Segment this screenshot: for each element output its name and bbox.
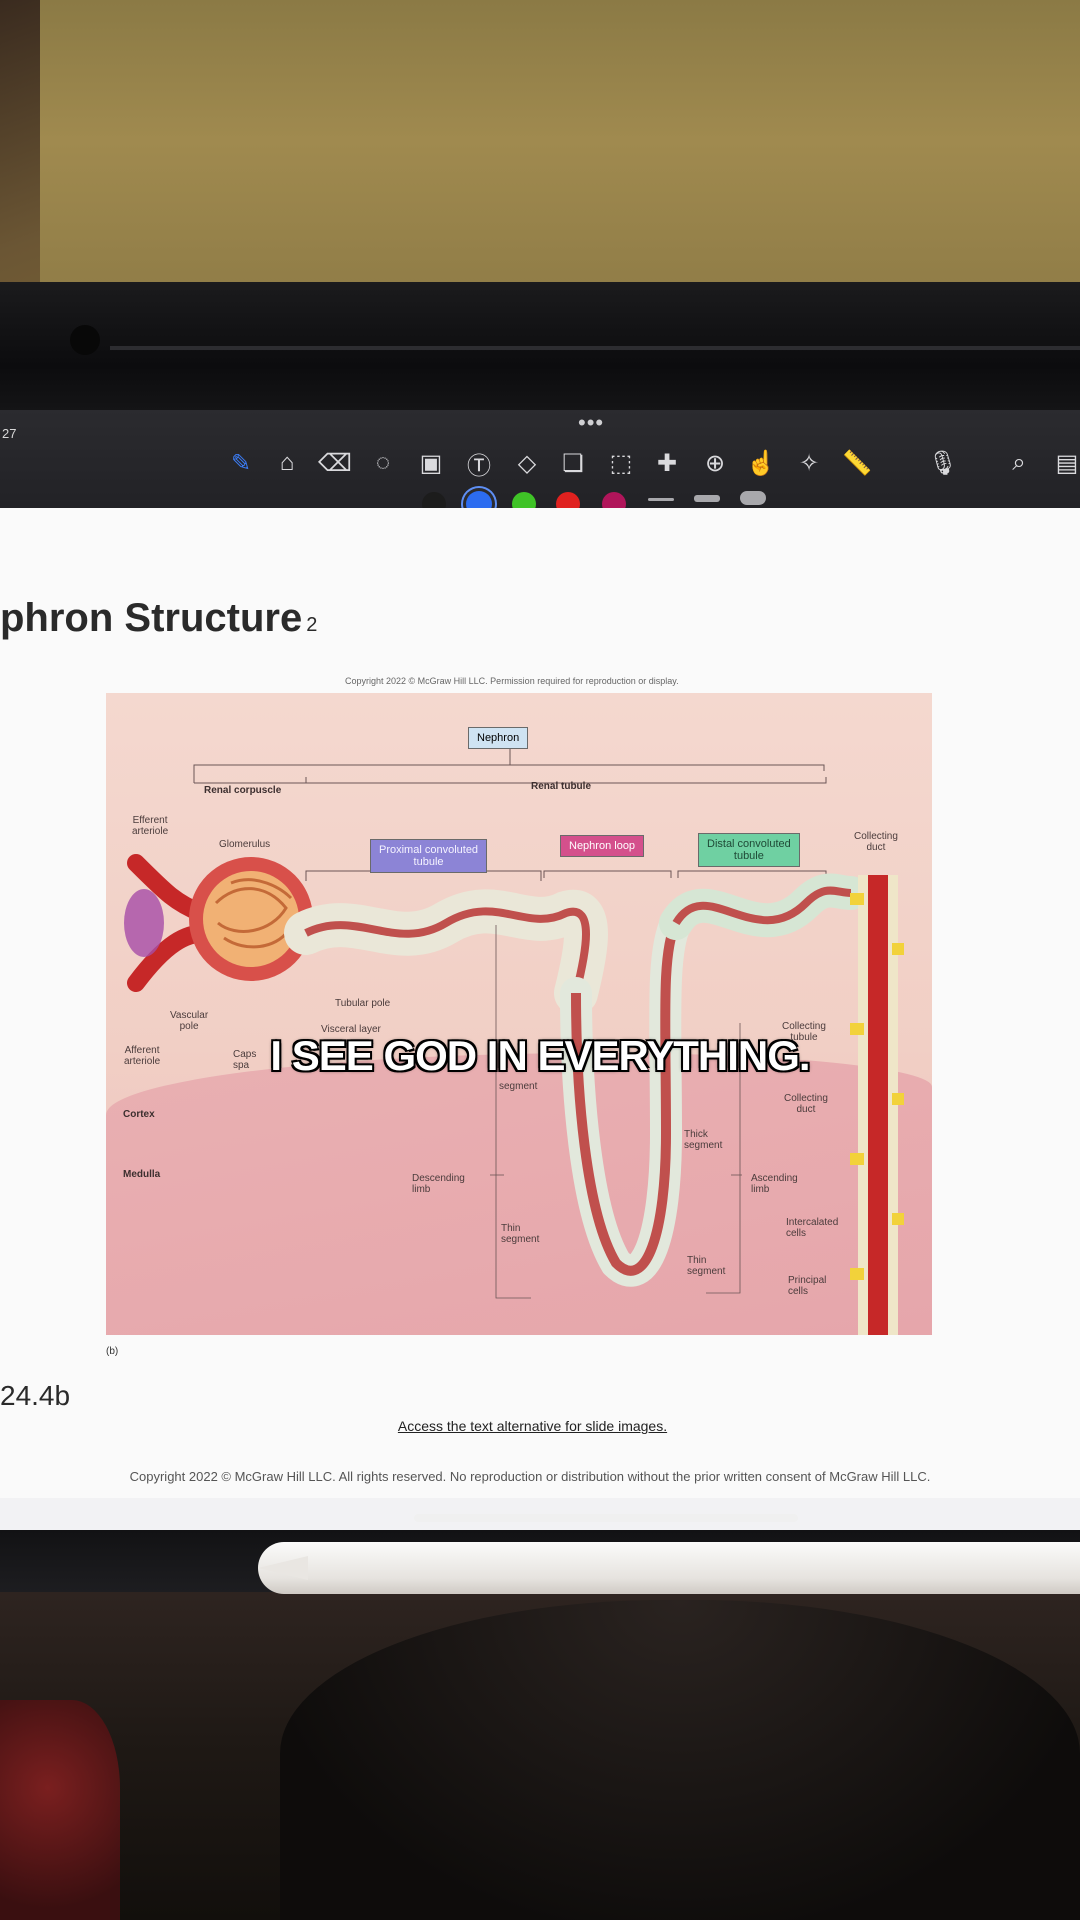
stroke-medium[interactable] — [694, 495, 720, 502]
shape-icon[interactable]: ◇ — [510, 446, 544, 480]
eraser-icon[interactable]: ⌫ — [318, 446, 352, 480]
slide-title-number: 2 — [306, 614, 318, 636]
label-renal-tubule: Renal tubule — [531, 781, 592, 792]
text-icon[interactable]: Ⓣ — [462, 446, 496, 480]
stroke-thin[interactable] — [648, 498, 674, 501]
label-ascending-limb: Ascending limb — [751, 1173, 798, 1195]
label-segment: segment — [499, 1081, 538, 1092]
label-principal-cells: Principal cells — [788, 1275, 827, 1297]
label-thin-segment-left: Thin segment — [501, 1223, 540, 1245]
hand-icon[interactable]: ☝ — [744, 446, 778, 480]
more-options-icon[interactable]: ••• — [578, 410, 604, 436]
background-monitor — [40, 0, 1080, 312]
tape-icon[interactable]: ✚ — [650, 446, 684, 480]
search-icon[interactable]: ⌕ — [1002, 446, 1036, 480]
label-thick-segment: Thick segment — [684, 1129, 723, 1151]
status-time: 27 — [2, 426, 17, 441]
figure-copyright: Copyright 2022 © McGraw Hill LLC. Permis… — [345, 676, 679, 686]
label-distal-convoluted-tubule: Distal convoluted tubule — [698, 833, 800, 868]
label-glomerulus: Glomerulus — [219, 839, 271, 850]
label-nephron: Nephron — [468, 727, 529, 750]
figure-number: 24.4b — [0, 1380, 71, 1411]
label-vascular-pole: Vascular pole — [170, 1010, 209, 1032]
home-indicator[interactable] — [414, 1514, 798, 1522]
zoom-window-icon[interactable]: ⊕ — [698, 446, 732, 480]
lasso-icon[interactable]: ◌ — [366, 446, 400, 480]
laser-pointer-icon[interactable]: ✧ — [792, 446, 826, 480]
label-descending-limb: Descending limb — [412, 1173, 465, 1195]
figure-tag: (b) — [106, 1346, 119, 1357]
page-icon[interactable]: ▤ — [1050, 446, 1080, 480]
highlighter-icon[interactable]: ⌂ — [270, 446, 304, 480]
tablet-bezel — [0, 282, 1080, 422]
label-tubular-pole: Tubular pole — [335, 998, 391, 1009]
pen-icon[interactable]: ✎ — [224, 446, 258, 480]
label-collecting-duct-mid: Collecting duct — [784, 1093, 828, 1115]
background-dark-clothing — [280, 1600, 1080, 1920]
bezel-edge — [110, 346, 1080, 350]
label-proximal-convoluted-tubule: Proximal convoluted tubule — [370, 839, 488, 874]
label-thin-segment-right: Thin segment — [687, 1255, 726, 1277]
label-collecting-duct-top: Collecting duct — [854, 831, 898, 853]
text-alternative-link[interactable]: Access the text alternative for slide im… — [0, 1418, 1065, 1434]
label-intercalated-cells: Intercalated cells — [786, 1217, 839, 1239]
slide-title-text: phron Structure — [0, 596, 303, 640]
label-medulla: Medulla — [123, 1169, 161, 1180]
nephron-figure: Nephron Renal corpuscle Renal tubule Eff… — [106, 693, 932, 1335]
stylus-pencil — [258, 1542, 1080, 1594]
camera-dot — [70, 325, 100, 355]
label-nephron-loop: Nephron loop — [560, 835, 645, 858]
label-cortex: Cortex — [123, 1109, 155, 1120]
sticker-icon[interactable]: ❏ — [556, 446, 590, 480]
slide-copyright: Copyright 2022 © McGraw Hill LLC. All ri… — [129, 1469, 931, 1484]
selection-icon[interactable]: ⬚ — [604, 446, 638, 480]
label-efferent-arteriole: Efferent arteriole — [132, 815, 169, 837]
background-red-object — [0, 1700, 120, 1920]
video-caption: I SEE GOD IN EVERYTHING. — [270, 1032, 810, 1079]
slide-title: phron Structure 2 — [0, 596, 317, 641]
microphone-icon[interactable]: 🎙 — [926, 446, 960, 480]
ruler-icon[interactable]: 📏 — [840, 446, 874, 480]
stroke-thick[interactable] — [740, 491, 766, 505]
image-icon[interactable]: ▣ — [414, 446, 448, 480]
label-renal-corpuscle: Renal corpuscle — [204, 785, 282, 796]
